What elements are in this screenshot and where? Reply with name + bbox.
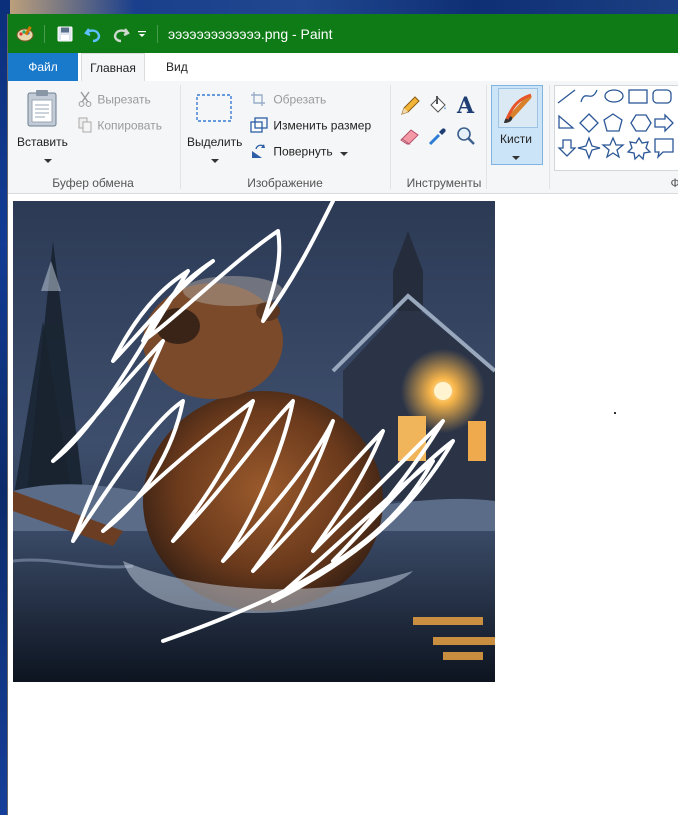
- beaver-photo-with-scribble: [13, 201, 495, 682]
- paste-label: Вставить: [17, 135, 68, 149]
- shape-star6-icon: [626, 136, 652, 161]
- title-separator: [44, 24, 45, 43]
- shape-arrow-down-icon: [557, 139, 577, 157]
- paint-window: эээээээээээээ.png - Paint Файл Главная В…: [8, 14, 678, 815]
- group-divider: [549, 85, 550, 189]
- group-divider: [390, 85, 391, 189]
- chevron-down-icon: [44, 153, 52, 167]
- chevron-down-icon: [339, 146, 348, 160]
- image-group-label: Изображение: [247, 176, 323, 190]
- title-separator-2: [157, 24, 158, 43]
- tools-group-label: Инструменты: [406, 176, 482, 190]
- paste-button[interactable]: Вставить: [14, 87, 70, 167]
- rotate-button[interactable]: Повернуть: [250, 143, 348, 162]
- cut-icon: [78, 91, 94, 110]
- color-picker-icon[interactable]: [427, 125, 449, 150]
- shape-rectangle-icon: [628, 89, 648, 104]
- desktop-wallpaper-top: [0, 0, 678, 14]
- brushes-label: Кисти: [500, 132, 532, 146]
- copy-label: Копировать: [97, 118, 162, 133]
- copy-button[interactable]: Копировать: [78, 117, 162, 136]
- resize-button[interactable]: Изменить размер: [250, 117, 371, 136]
- group-divider: [180, 85, 181, 189]
- shape-hexagon-icon: [630, 114, 652, 132]
- shape-diamond-icon: [579, 113, 599, 133]
- ribbon: Вставить Вырезать Копировать Буфер обмен…: [8, 81, 678, 194]
- shape-callout-icon: [654, 138, 674, 159]
- svg-text:A: A: [456, 93, 475, 117]
- title-bar: эээээээээээээ.png - Paint: [8, 14, 678, 53]
- tab-file[interactable]: Файл: [8, 53, 78, 81]
- fill-icon[interactable]: [427, 95, 449, 120]
- group-divider: [486, 85, 487, 189]
- customize-qat-icon[interactable]: [135, 24, 149, 44]
- text-icon[interactable]: A: [455, 93, 477, 120]
- shape-arrow-right-icon: [654, 113, 674, 133]
- save-icon[interactable]: [55, 24, 75, 44]
- ribbon-tabs: Файл Главная Вид: [8, 53, 678, 83]
- magnifier-icon[interactable]: [455, 125, 477, 150]
- tab-view[interactable]: Вид: [166, 53, 188, 81]
- copy-icon: [78, 117, 94, 136]
- eraser-icon[interactable]: [399, 125, 421, 150]
- redo-icon[interactable]: [109, 24, 133, 44]
- select-icon: [195, 93, 233, 126]
- select-label: Выделить: [187, 135, 243, 149]
- rotate-label: Повернуть: [273, 144, 333, 159]
- shape-pentagon-icon: [603, 113, 623, 132]
- shape-star5-icon: [601, 136, 625, 159]
- cut-label: Вырезать: [97, 92, 151, 107]
- tab-home[interactable]: Главная: [81, 53, 145, 83]
- crop-label: Обрезать: [273, 92, 327, 107]
- shape-oval-icon: [604, 89, 624, 103]
- brush-icon: [498, 88, 538, 128]
- shape-triangle-icon: [558, 114, 575, 129]
- pencil-icon[interactable]: [399, 95, 421, 120]
- brushes-button[interactable]: Кисти: [491, 85, 543, 165]
- shapes-group-label: Ф: [670, 176, 678, 190]
- cut-button[interactable]: Вырезать: [78, 91, 151, 110]
- crop-button[interactable]: Обрезать: [250, 91, 326, 110]
- rotate-icon: [250, 143, 270, 162]
- chevron-down-icon: [512, 150, 520, 164]
- canvas-dot: [614, 412, 616, 414]
- resize-label: Изменить размер: [273, 118, 372, 133]
- clipboard-group-label: Буфер обмена: [52, 176, 134, 190]
- paste-icon: [26, 89, 58, 130]
- canvas-area[interactable]: [8, 194, 678, 815]
- paint-logo-icon[interactable]: [14, 23, 36, 45]
- select-button[interactable]: Выделить: [184, 87, 246, 167]
- shape-rounded-rectangle-icon: [652, 89, 672, 104]
- shape-curve-icon: [580, 89, 598, 103]
- resize-icon: [250, 117, 270, 136]
- shapes-gallery: [554, 85, 678, 171]
- shape-line-icon: [557, 89, 576, 104]
- chevron-down-icon: [211, 153, 219, 167]
- undo-icon[interactable]: [81, 24, 105, 44]
- canvas-image[interactable]: [13, 201, 495, 682]
- window-title: эээээээээээээ.png - Paint: [168, 25, 333, 42]
- shape-star4-icon: [577, 136, 601, 160]
- crop-icon: [250, 91, 270, 110]
